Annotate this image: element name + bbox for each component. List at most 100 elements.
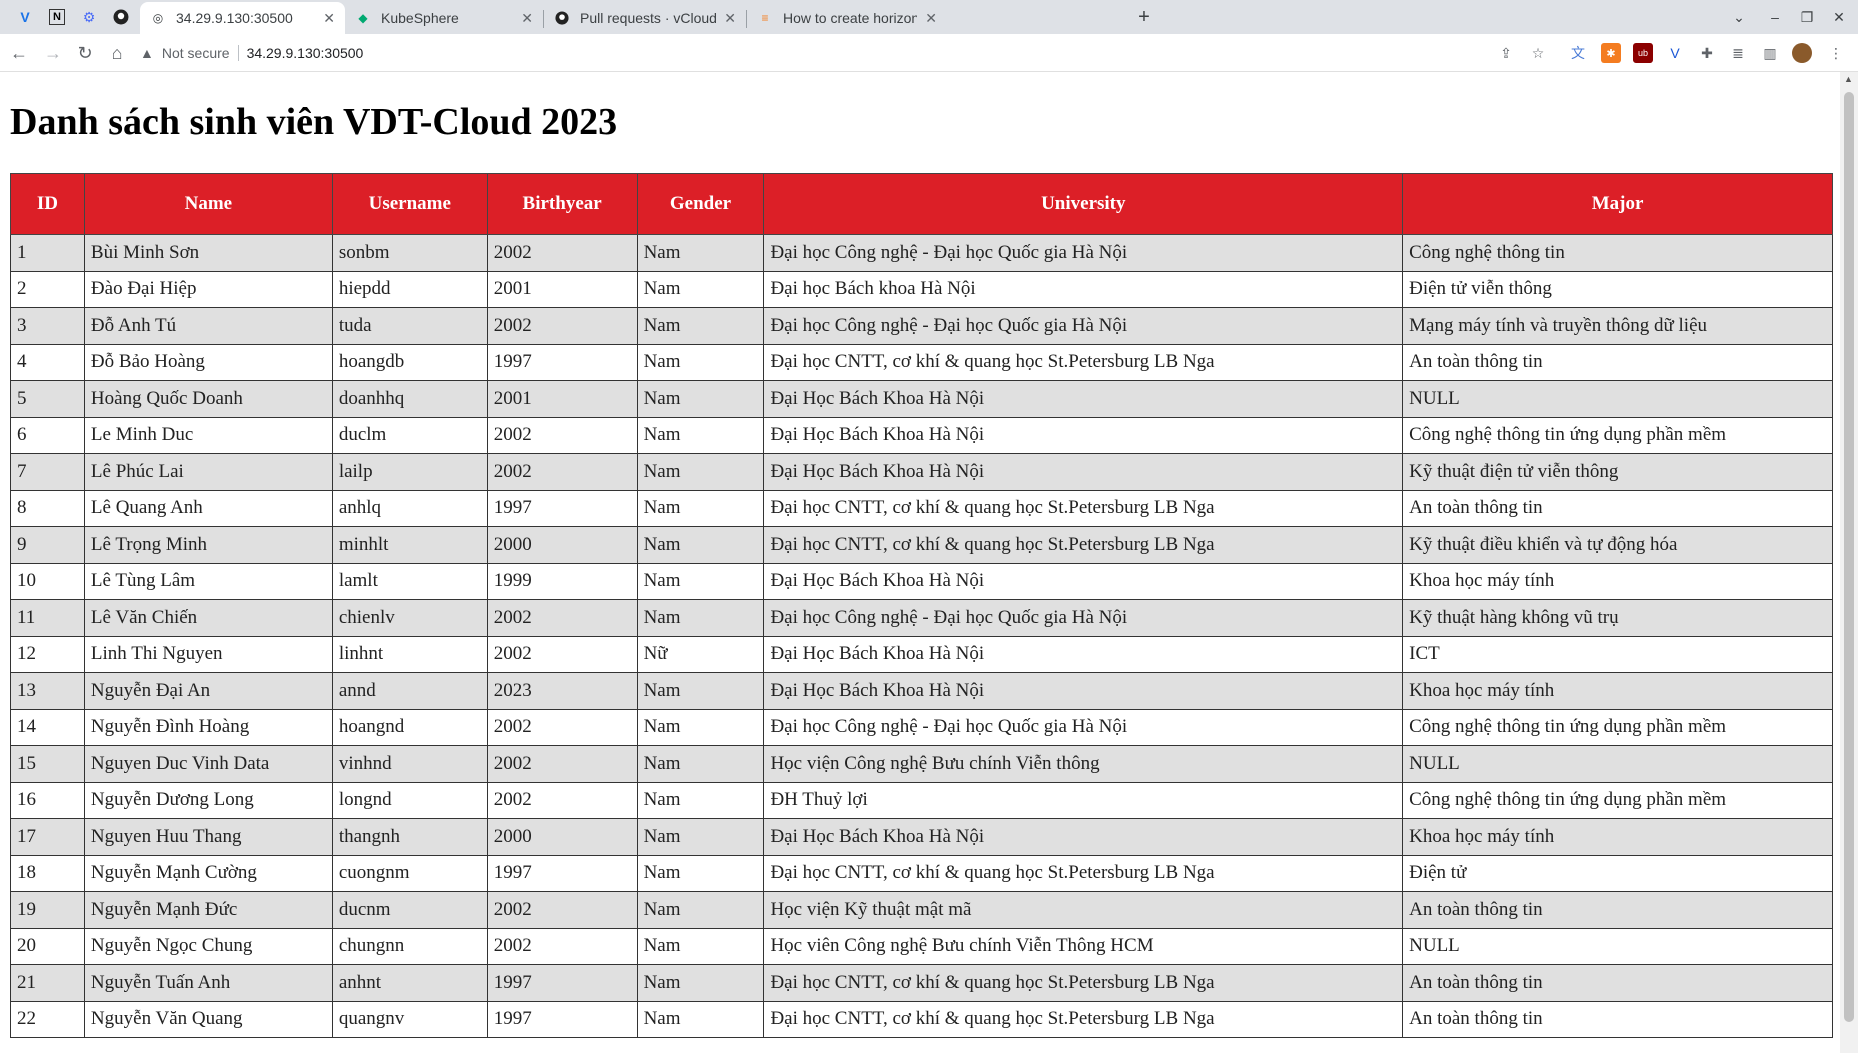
students-table: ID Name Username Birthyear Gender University M…: [10, 173, 1833, 1038]
security-label[interactable]: Not secure: [162, 45, 230, 61]
close-window-icon[interactable]: ✕: [1828, 6, 1850, 28]
table-cell: 1: [10, 234, 85, 272]
table-cell: Nam: [636, 891, 765, 929]
table-row: 20 Nguyễn Ngọc Chung chungnn 2002 Nam Học viê…: [10, 927, 1833, 965]
table-cell: minhlt: [331, 526, 488, 564]
translate-icon[interactable]: 文: [1568, 43, 1588, 63]
table-cell: Nguyễn Đại An: [83, 672, 333, 710]
tab-search-icon[interactable]: ⌄: [1728, 6, 1750, 28]
table-cell: Khoa học máy tính: [1402, 672, 1833, 710]
table-cell: Nam: [636, 489, 765, 527]
close-tab-icon[interactable]: ✕: [724, 10, 736, 27]
reload-icon[interactable]: ↻: [74, 42, 96, 64]
table-cell: 15: [10, 745, 85, 783]
table-cell: Đại học Bách khoa Hà Nội: [763, 270, 1404, 308]
table-cell: Nguyễn Văn Quang: [83, 1000, 333, 1038]
minimize-icon[interactable]: –: [1764, 6, 1786, 28]
maximize-icon[interactable]: ❐: [1796, 6, 1818, 28]
extension-v-icon[interactable]: V: [1665, 43, 1685, 63]
address-separator: [237, 45, 239, 61]
table-cell: Nguyễn Mạnh Đức: [83, 891, 333, 929]
table-cell: Đại Học Bách Khoa Hà Nội: [763, 380, 1404, 418]
table-cell: Kỹ thuật điều khiển và tự động hóa: [1402, 526, 1833, 564]
table-row: 14 Nguyễn Đình Hoàng hoangnd 2002 Nam Đại học…: [10, 708, 1833, 746]
pinned-tab-v-icon[interactable]: V: [14, 6, 36, 28]
table-cell: Nam: [636, 927, 765, 965]
address-bar[interactable]: ▲ Not secure 34.29.9.130:30500: [140, 38, 1540, 68]
table-cell: 2: [10, 270, 85, 308]
table-cell: NULL: [1402, 745, 1833, 783]
table-cell: Nam: [636, 453, 765, 491]
extensions-puzzle-icon[interactable]: ✚: [1697, 43, 1717, 63]
table-header-row: ID Name Username Birthyear Gender University M…: [10, 173, 1833, 235]
table-cell: 6: [10, 416, 85, 454]
bookmark-star-icon[interactable]: ☆: [1528, 43, 1548, 63]
tab-kubesphere[interactable]: ◆ KubeSphere ✕: [345, 2, 543, 34]
table-cell: An toàn thông tin: [1402, 964, 1833, 1002]
tab-how-to[interactable]: ≡ How to create horizontal ✕: [747, 2, 947, 34]
column-header: Birthyear: [486, 173, 638, 235]
table-cell: Đại học CNTT, cơ khí & quang học St.Pete…: [763, 343, 1404, 381]
table-cell: Đại học Công nghệ - Đại học Quốc gia Hà …: [763, 599, 1404, 637]
page-scrollbar[interactable]: ▲: [1840, 72, 1858, 1053]
close-tab-icon[interactable]: ✕: [925, 10, 937, 27]
table-cell: chienlv: [331, 599, 488, 637]
close-tab-icon[interactable]: ✕: [521, 10, 533, 27]
side-panel-icon[interactable]: ▥: [1760, 43, 1780, 63]
tab-current[interactable]: ◎ 34.29.9.130:30500 ✕: [140, 2, 345, 34]
table-cell: Mạng máy tính và truyền thông dữ liệu: [1402, 307, 1833, 345]
globe-icon: ◎: [152, 11, 164, 25]
scrollbar-thumb[interactable]: [1844, 92, 1854, 1022]
kubesphere-icon: ◆: [358, 11, 368, 25]
table-cell: 21: [10, 964, 85, 1002]
table-cell: Đào Đại Hiệp: [83, 270, 333, 308]
table-row: 11 Lê Văn Chiến chienlv 2002 Nam Đại học Công…: [10, 599, 1833, 637]
column-header: Username: [331, 173, 488, 235]
table-cell: Học viên Công nghệ Bưu chính Viễn Thông …: [763, 927, 1404, 965]
column-header: University: [763, 173, 1404, 235]
table-row: 15 Nguyen Duc Vinh Data vinhnd 2002 Nam Học v…: [10, 745, 1833, 783]
pinned-tab-gear-icon[interactable]: ⚙: [78, 6, 100, 28]
table-cell: Bùi Minh Sơn: [83, 234, 333, 272]
table-cell: duclm: [331, 416, 488, 454]
table-cell: An toàn thông tin: [1402, 891, 1833, 929]
table-cell: 2002: [486, 416, 638, 454]
table-cell: 2002: [486, 891, 638, 929]
extension-orange-icon[interactable]: ✱: [1601, 43, 1621, 63]
url-text[interactable]: 34.29.9.130:30500: [247, 45, 364, 61]
table-row: 18 Nguyễn Mạnh Cường cuongnm 1997 Nam Đại học…: [10, 854, 1833, 892]
new-tab-button[interactable]: +: [1133, 6, 1155, 28]
tab-strip: V N ⚙ ◎ 34.29.9.130:30500 ✕ ◆ KubeSphere…: [0, 0, 1858, 34]
profile-avatar[interactable]: [1792, 43, 1812, 63]
tab-title: Pull requests · vCloud-DFI: [580, 10, 717, 26]
table-row: 8 Lê Quang Anh anhlq 1997 Nam Đại học CNTT, c…: [10, 489, 1833, 527]
table-cell: quangnv: [331, 1000, 488, 1038]
table-cell: Lê Tùng Lâm: [83, 562, 333, 600]
back-icon[interactable]: ←: [8, 42, 30, 64]
table-cell: cuongnm: [331, 854, 488, 892]
table-row: 13 Nguyễn Đại An annd 2023 Nam Đại Học Bách K…: [10, 672, 1833, 710]
tab-pull-requests[interactable]: Pull requests · vCloud-DFI ✕: [544, 2, 746, 34]
table-cell: 14: [10, 708, 85, 746]
table-cell: Đại Học Bách Khoa Hà Nội: [763, 635, 1404, 673]
table-cell: Le Minh Duc: [83, 416, 333, 454]
close-tab-icon[interactable]: ✕: [323, 10, 335, 27]
table-row: 10 Lê Tùng Lâm lamlt 1999 Nam Đại Học Bách Kh…: [10, 562, 1833, 600]
reading-list-icon[interactable]: ≣: [1728, 43, 1748, 63]
table-cell: 22: [10, 1000, 85, 1038]
share-icon[interactable]: ⇪: [1496, 43, 1516, 63]
home-icon[interactable]: ⌂: [106, 42, 128, 64]
table-row: 17 Nguyen Huu Thang thangnh 2000 Nam Đại Học …: [10, 818, 1833, 856]
warning-icon[interactable]: ▲: [140, 45, 154, 61]
table-cell: 2001: [486, 270, 638, 308]
table-cell: Nguyễn Đình Hoàng: [83, 708, 333, 746]
table-cell: Nam: [636, 854, 765, 892]
forward-icon[interactable]: →: [42, 42, 64, 64]
pinned-tab-notion-icon[interactable]: N: [49, 9, 65, 25]
ublock-icon[interactable]: ub: [1633, 43, 1653, 63]
menu-kebab-icon[interactable]: ⋮: [1826, 43, 1846, 63]
table-cell: Khoa học máy tính: [1402, 818, 1833, 856]
table-cell: 5: [10, 380, 85, 418]
pinned-tab-github-icon[interactable]: [110, 6, 132, 28]
scroll-up-icon[interactable]: ▲: [1844, 74, 1853, 84]
